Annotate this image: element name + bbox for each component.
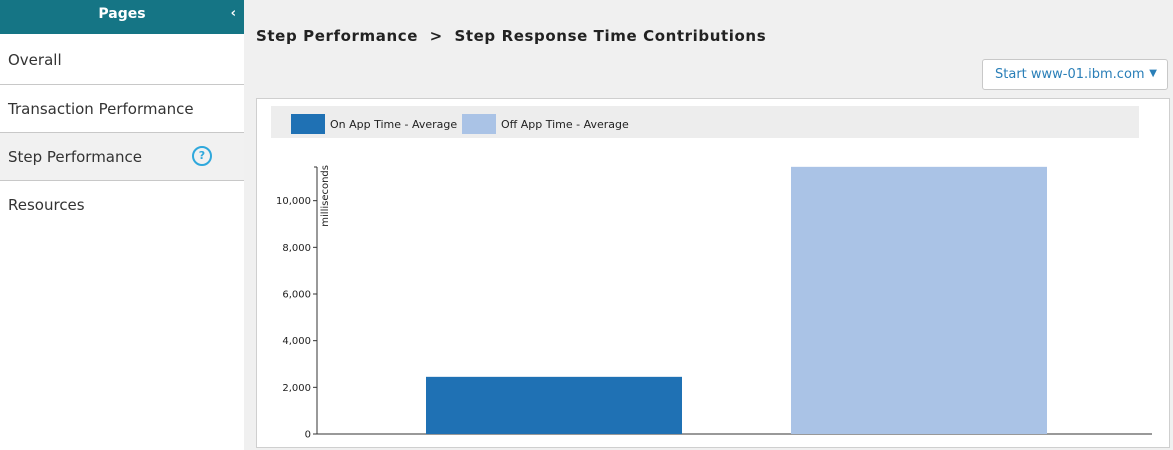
y-axis-label: milliseconds [320,165,331,227]
y-tick-label: 0 [305,430,311,441]
sidebar-item-label: Resources [8,196,85,214]
y-tick-label: 4,000 [282,336,311,347]
sidebar-item-label: Overall [8,51,62,69]
dropdown-value: Start www-01.ibm.com [995,67,1145,82]
help-icon[interactable]: ? [192,146,212,166]
y-tick-label: 6,000 [282,290,311,301]
main-content: Step Performance > Step Response Time Co… [244,0,1173,450]
breadcrumb-parent[interactable]: Step Performance [256,27,418,45]
sidebar-item-transaction-performance[interactable]: Transaction Performance [0,85,244,132]
breadcrumb-current: Step Response Time Contributions [454,27,767,45]
sidebar-item-label: Step Performance [8,148,142,166]
breadcrumb-separator: > [429,27,443,45]
sidebar-item-step-performance[interactable]: Step Performance ? [0,133,244,180]
chart-panel: On App Time - Average Off App Time - Ave… [256,98,1170,448]
y-tick-label: 2,000 [282,383,311,394]
y-tick-label: 10,000 [276,196,311,207]
bar-chart: 0 2,000 4,000 6,000 8,000 10,000 milliseconds [276,165,1152,441]
sidebar-item-overall[interactable]: Overall [0,36,244,84]
sidebar: Pages ‹ Overall Transaction Performance … [0,0,244,450]
collapse-sidebar-icon[interactable]: ‹ [231,6,236,21]
sidebar-item-resources[interactable]: Resources [0,181,244,229]
sidebar-item-label: Transaction Performance [8,100,194,118]
sidebar-header: Pages ‹ [0,0,244,36]
breadcrumb: Step Performance > Step Response Time Co… [256,27,766,45]
start-location-dropdown[interactable]: Start www-01.ibm.com ▼ [982,59,1168,90]
bar [426,376,682,434]
y-tick-label: 8,000 [282,243,311,254]
sidebar-title: Pages [98,6,146,22]
bar [791,166,1047,434]
chevron-down-icon: ▼ [1149,68,1157,79]
